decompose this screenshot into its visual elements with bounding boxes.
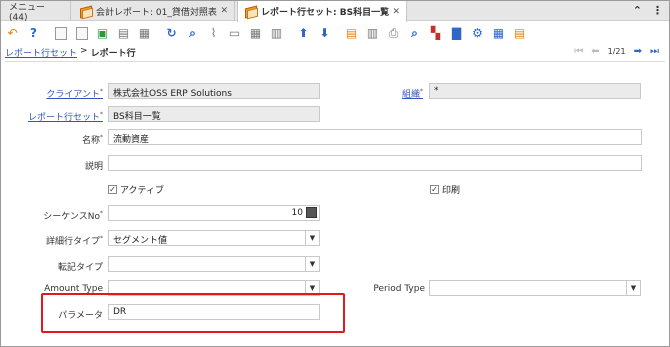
- first-record-icon[interactable]: ⏮: [574, 46, 583, 57]
- tab-financial-report[interactable]: 会計レポート: 01_貸借対照表 ✕: [73, 1, 235, 21]
- name-label: 名称*: [81, 134, 103, 146]
- archive-icon[interactable]: ▥: [364, 25, 381, 42]
- parameter-input[interactable]: DR: [108, 304, 320, 320]
- description-input[interactable]: [108, 155, 642, 171]
- report-icon: [79, 6, 92, 17]
- org-field: *: [429, 83, 641, 99]
- chevron-down-icon[interactable]: ▼: [305, 281, 319, 295]
- help-icon[interactable]: ?: [25, 25, 42, 42]
- new-record-icon[interactable]: [52, 25, 69, 42]
- previous-record-icon[interactable]: ⬅: [591, 46, 599, 57]
- tab-financial-report-label: 会計レポート: 01_貸借対照表: [96, 7, 217, 18]
- period-type-label: Period Type: [373, 284, 425, 294]
- amount-type-select[interactable]: ▼: [108, 280, 320, 296]
- detail-record-icon[interactable]: ⬇: [316, 25, 333, 42]
- posting-type-select[interactable]: ▼: [108, 256, 320, 272]
- breadcrumb-parent-link[interactable]: レポート行セット: [5, 46, 77, 59]
- sequence-label: シーケンスNo*: [43, 210, 103, 222]
- print-label: 印刷: [442, 186, 461, 196]
- line-set-label[interactable]: レポート行セット*: [28, 110, 103, 123]
- find-icon[interactable]: ⌕: [184, 25, 201, 42]
- next-record-icon[interactable]: ➡: [634, 46, 642, 57]
- workflow-icon[interactable]: ▇: [448, 25, 465, 42]
- report-icon: [244, 6, 257, 17]
- toolbar: ↶ ? ▣ ▤ ▦ ↻ ⌕ ⌇ ▭ ▦ ▥ ⬆ ⬇ ▤ ▥ ⎙ ⌕ ▚ ▇ ⚙ …: [1, 22, 669, 44]
- chat-icon[interactable]: ▭: [226, 25, 243, 42]
- print-checkbox-box[interactable]: ✓: [430, 185, 439, 194]
- attachment-icon[interactable]: ⌇: [205, 25, 222, 42]
- tab-menu[interactable]: メニュー (44): [3, 1, 71, 23]
- breadcrumb-separator: >: [80, 46, 88, 56]
- description-label: 説明: [84, 162, 103, 172]
- chevron-down-icon[interactable]: ▼: [626, 281, 640, 295]
- posting-type-label: 転記タイプ: [57, 263, 103, 273]
- tab-menu-label: メニュー (44): [9, 2, 46, 23]
- zoom-across-icon[interactable]: ⌕: [406, 25, 423, 42]
- report-icon[interactable]: ▤: [343, 25, 360, 42]
- line-set-field: BS科目一覧: [108, 106, 320, 122]
- chevron-down-icon[interactable]: ▼: [305, 257, 319, 271]
- divider: [5, 61, 665, 62]
- save-icon[interactable]: ▣: [94, 25, 111, 42]
- last-record-icon[interactable]: ⏭: [650, 46, 659, 57]
- grid-toggle-icon[interactable]: ▦: [247, 25, 264, 42]
- tab-bar: メニュー (44) 会計レポート: 01_貸借対照表 ✕ レポート行セット: B…: [1, 1, 669, 23]
- sequence-input[interactable]: 10: [108, 205, 320, 221]
- org-label[interactable]: 組織*: [402, 87, 423, 100]
- print-checkbox[interactable]: ✓ 印刷: [430, 183, 460, 196]
- line-type-select[interactable]: セグメント値 ▼: [108, 230, 320, 246]
- tab-report-line-set[interactable]: レポート行セット: BS科目一覧 ✕: [237, 1, 407, 22]
- window-frame: メニュー (44) 会計レポート: 01_貸借対照表 ✕ レポート行セット: B…: [0, 0, 670, 347]
- delete-icon[interactable]: ▤: [115, 25, 132, 42]
- request-icon[interactable]: ▚: [427, 25, 444, 42]
- client-field: 株式会社OSS ERP Solutions: [108, 83, 320, 99]
- print-icon[interactable]: ⎙: [385, 25, 402, 42]
- chevron-down-icon[interactable]: ▼: [305, 231, 319, 245]
- breadcrumb-current: レポート行: [90, 49, 136, 59]
- period-type-select[interactable]: ▼: [429, 280, 641, 296]
- refresh-icon[interactable]: ↻: [163, 25, 180, 42]
- line-type-value: セグメント値: [113, 236, 168, 246]
- breadcrumb: レポート行セット > レポート行: [5, 46, 136, 59]
- process-icon[interactable]: ⚙: [469, 25, 486, 42]
- parameter-label: パラメータ: [58, 311, 103, 321]
- collapse-icon[interactable]: ⌃: [633, 4, 642, 17]
- amount-type-label: Amount Type: [44, 284, 103, 294]
- active-checkbox-box[interactable]: ✓: [108, 185, 117, 194]
- more-icon[interactable]: ⋮: [652, 4, 663, 17]
- tab-report-line-set-label: レポート行セット: BS科目一覧: [261, 8, 390, 18]
- line-type-label: 詳細行タイプ*: [45, 235, 103, 247]
- client-label[interactable]: クライアント*: [46, 87, 103, 100]
- record-navigation: ⏮ ⬅ 1/21 ➡ ⏭: [574, 46, 659, 57]
- name-input[interactable]: 流動資産: [108, 129, 642, 145]
- close-icon[interactable]: ✕: [220, 6, 228, 16]
- customize-icon[interactable]: ▦: [490, 25, 507, 42]
- record-position: 1/21: [607, 47, 626, 56]
- history-icon[interactable]: ▥: [268, 25, 285, 42]
- ignore-icon[interactable]: ↶: [4, 25, 21, 42]
- copy-record-icon[interactable]: [73, 25, 90, 42]
- active-label: アクティブ: [120, 186, 165, 196]
- parent-record-icon[interactable]: ⬆: [295, 25, 312, 42]
- delete-selection-icon[interactable]: ▦: [136, 25, 153, 42]
- close-icon[interactable]: ✕: [392, 7, 400, 17]
- calculator-icon[interactable]: [306, 207, 317, 218]
- export-icon[interactable]: ▤: [511, 25, 528, 42]
- active-checkbox[interactable]: ✓ アクティブ: [108, 183, 164, 196]
